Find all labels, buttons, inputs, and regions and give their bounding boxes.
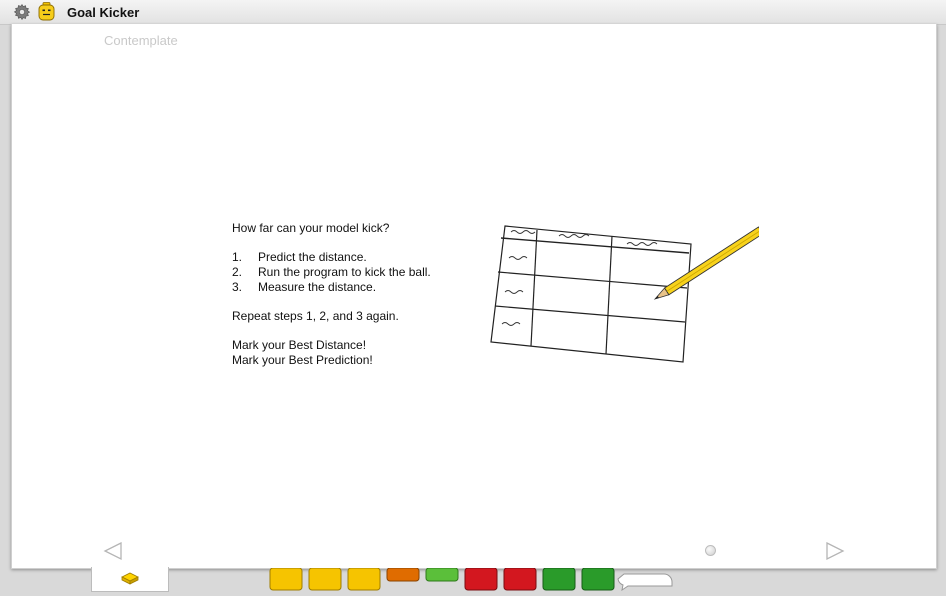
step-text: Run the program to kick the ball. xyxy=(258,265,431,279)
orange-block-icon xyxy=(386,567,420,582)
contemplate-panel: Contemplate How far can your model kick?… xyxy=(11,24,937,569)
triangle-left-icon[interactable] xyxy=(103,541,123,566)
step-item: 3. Measure the distance. xyxy=(232,280,431,295)
page-dot-icon[interactable] xyxy=(705,545,716,556)
speech-bubble-icon xyxy=(617,573,673,592)
step-number: 2. xyxy=(232,265,243,279)
step-text: Measure the distance. xyxy=(258,280,377,294)
step-number: 1. xyxy=(232,250,243,264)
yellow-block-icon xyxy=(269,567,303,591)
lego-brick-icon xyxy=(121,571,139,590)
question-text: How far can your model kick? xyxy=(232,221,390,235)
mark-prediction-text: Mark your Best Prediction! xyxy=(232,353,373,367)
yellow-block-icon xyxy=(347,567,381,591)
title-bar: Goal Kicker xyxy=(0,0,946,25)
red-block-icon xyxy=(503,567,537,591)
step-text: Predict the distance. xyxy=(258,250,367,264)
palette-blocks xyxy=(266,567,686,596)
step-item: 2. Run the program to kick the ball. xyxy=(232,265,431,280)
panel-label: Contemplate xyxy=(104,33,178,48)
step-number: 3. xyxy=(232,280,243,294)
lego-brick-tab[interactable] xyxy=(91,567,169,592)
mark-distance-text: Mark your Best Distance! xyxy=(232,338,367,352)
red-block-icon xyxy=(464,567,498,591)
green-block-icon xyxy=(425,567,459,582)
app-title: Goal Kicker xyxy=(67,5,140,20)
triangle-right-icon[interactable] xyxy=(825,541,845,566)
minifigure-icon[interactable] xyxy=(38,2,55,21)
green-block-icon xyxy=(542,567,576,591)
table-with-pencil-icon xyxy=(489,220,764,375)
green-block-icon xyxy=(581,567,615,591)
instructions: How far can your model kick? 1. Predict … xyxy=(232,221,431,368)
gear-icon[interactable] xyxy=(13,3,31,21)
step-item: 1. Predict the distance. xyxy=(232,250,431,265)
yellow-block-icon xyxy=(308,567,342,591)
repeat-text: Repeat steps 1, 2, and 3 again. xyxy=(232,309,399,323)
